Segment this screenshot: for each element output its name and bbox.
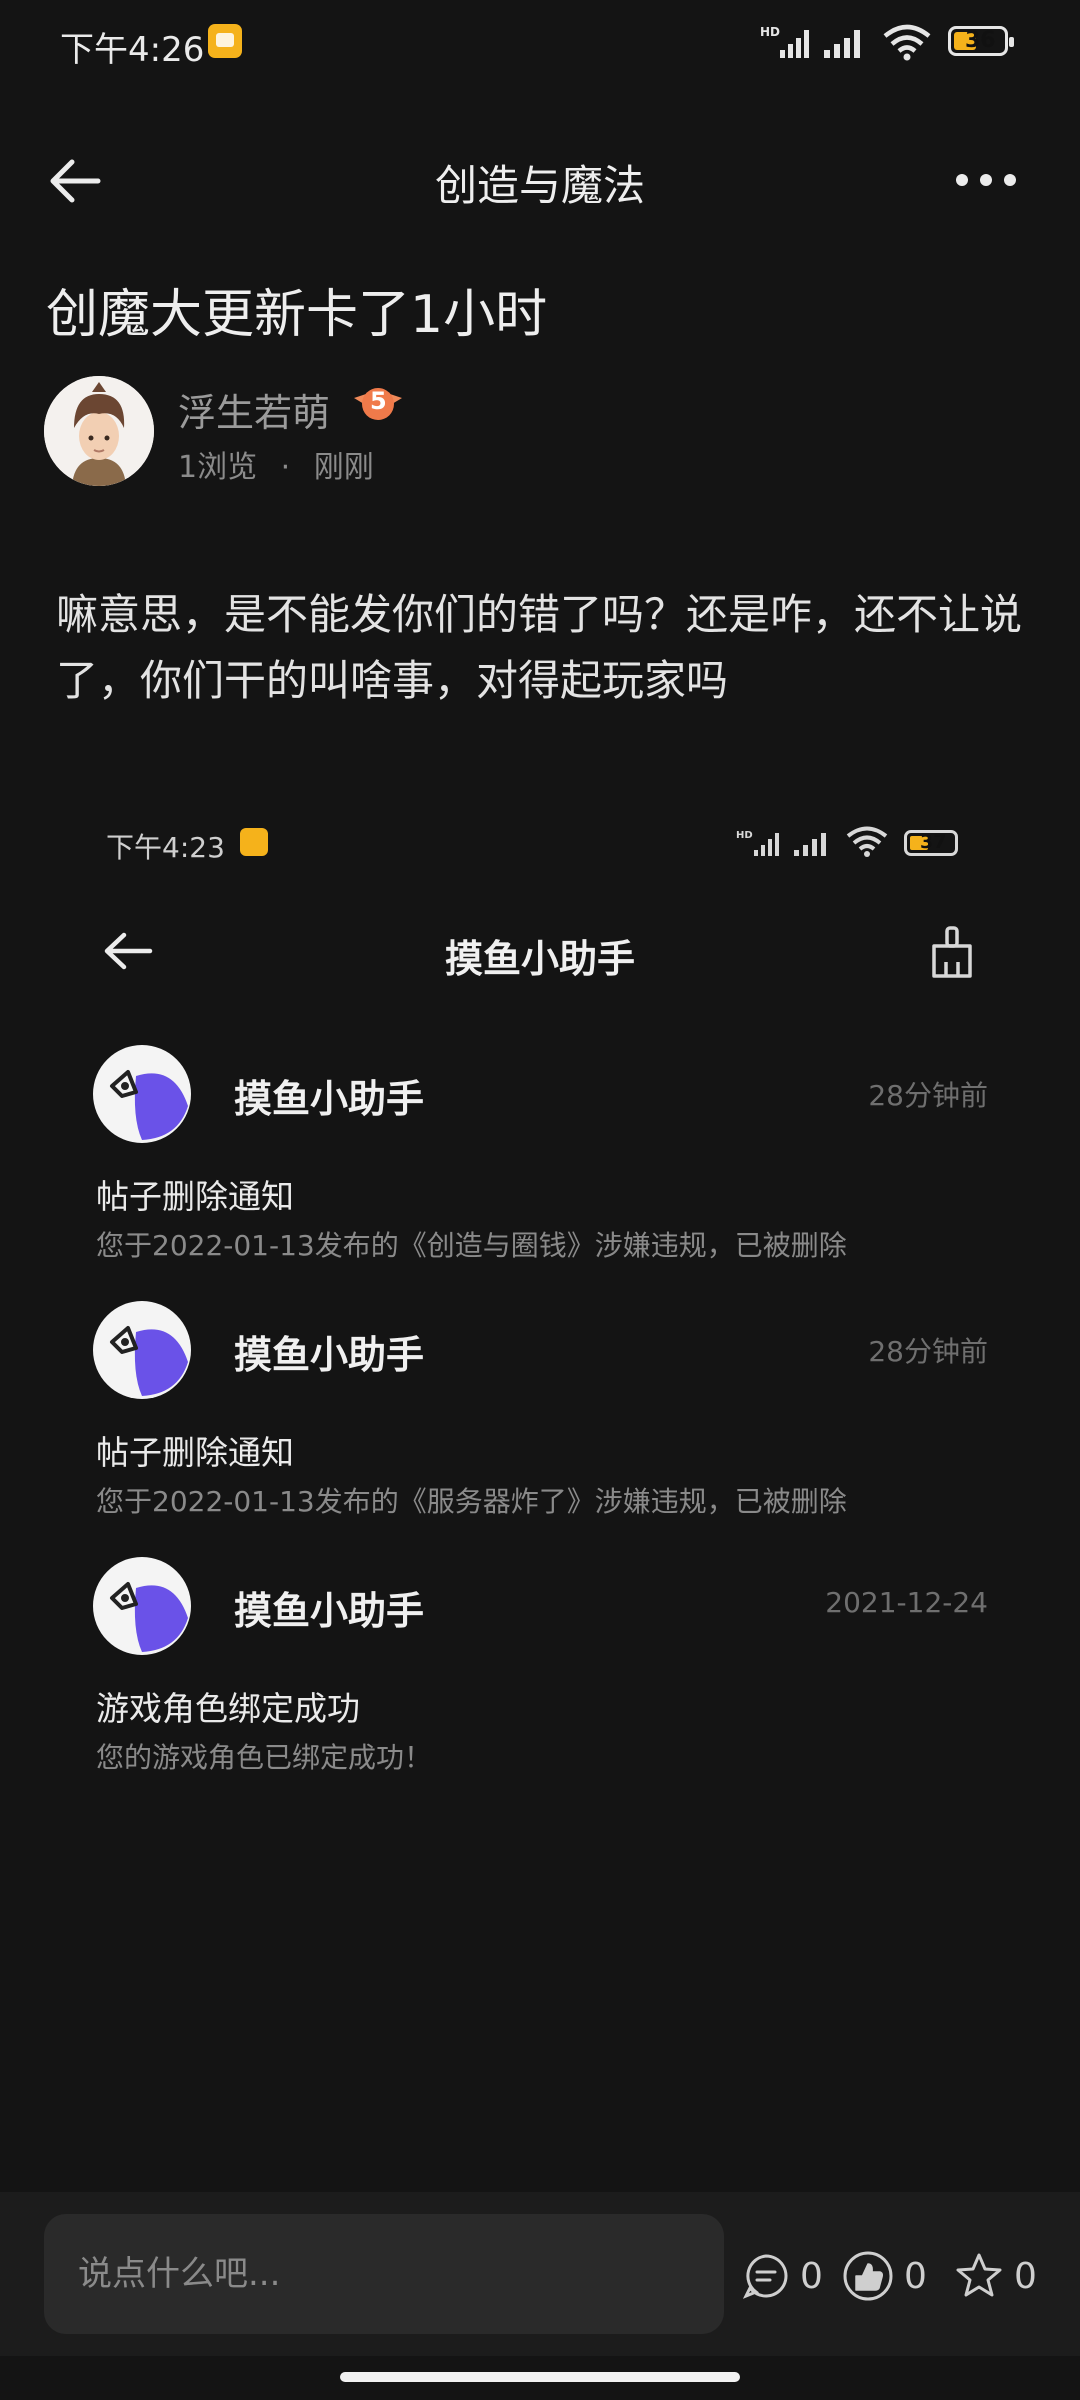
svg-text:HD: HD [736, 830, 753, 841]
message-item: 摸鱼小助手 2021-12-24 游戏角色绑定成功 您的游戏角色已绑定成功！ [92, 1556, 992, 1776]
status-time: 下午4:26 [60, 30, 205, 70]
wifi-icon [883, 24, 931, 61]
like-button[interactable]: 0 [842, 2248, 927, 2304]
favorite-button[interactable]: 0 [954, 2248, 1037, 2304]
level-badge: 5 [350, 382, 406, 426]
level-number: 5 [370, 387, 387, 415]
screenshot-battery-icon: 37 [904, 830, 958, 856]
message-title: 游戏角色绑定成功 [96, 1689, 360, 1728]
like-count: 0 [904, 2255, 927, 2297]
more-options-button[interactable] [952, 160, 1022, 200]
notification-icon [208, 24, 242, 58]
cellular-signal-icon [824, 30, 860, 58]
message-item: 摸鱼小助手 28分钟前 帖子删除通知 您于2022-01-13发布的《创造与圈钱… [92, 1044, 992, 1264]
cellular-hd-signal-icon: HD [760, 25, 809, 58]
moyu-assistant-logo-icon [93, 1557, 191, 1655]
post-time: 刚刚 [313, 450, 374, 485]
screenshot-wifi-icon [846, 826, 888, 857]
message-sender: 摸鱼小助手 [234, 1333, 425, 1377]
meta-separator: · [280, 450, 291, 485]
svg-text:HD: HD [760, 25, 780, 39]
post-body: 嘛意思，是不能发你们的错了吗？还是咋，还不让说了，你们干的叫啥事，对得起玩家吗 [56, 590, 1023, 705]
comment-input[interactable] [44, 2214, 724, 2334]
comment-button[interactable]: 0 [742, 2248, 823, 2304]
post-title: 创魔大更新卡了1小时 [46, 285, 548, 345]
screenshot-notification-icon [240, 828, 268, 856]
message-time: 28分钟前 [868, 1335, 988, 1368]
screenshot-hd-signal-icon: HD [736, 830, 779, 856]
post-meta: 1浏览 · 刚刚 [178, 442, 374, 486]
moyu-assistant-logo-icon [93, 1301, 191, 1399]
message-sender: 摸鱼小助手 [234, 1589, 425, 1633]
author-name[interactable]: 浮生若萌 [178, 382, 330, 437]
screenshot-title: 摸鱼小助手 [444, 937, 635, 981]
more-dots-icon [956, 174, 1016, 186]
screenshot-signal-icon [794, 833, 826, 856]
screenshot-status-time: 下午4:23 [106, 831, 225, 864]
message-sender: 摸鱼小助手 [234, 1077, 425, 1121]
home-indicator[interactable] [340, 2372, 740, 2382]
comment-count: 0 [800, 2255, 823, 2297]
thumbs-up-icon [843, 2251, 893, 2301]
favorite-count: 0 [1014, 2255, 1037, 2297]
message-title: 帖子删除通知 [96, 1177, 294, 1216]
message-time: 2021-12-24 [825, 1586, 988, 1619]
message-body: 您于2022-01-13发布的《创造与圈钱》涉嫌违规，已被删除 [96, 1229, 847, 1262]
moyu-assistant-logo-icon [93, 1045, 191, 1143]
message-title: 帖子删除通知 [96, 1433, 294, 1472]
author-avatar[interactable] [44, 376, 154, 486]
battery-level: 36 [965, 28, 996, 53]
page-title: 创造与魔法 [434, 161, 645, 210]
message-body: 您于2022-01-13发布的《服务器炸了》涉嫌违规，已被删除 [96, 1485, 847, 1518]
message-body: 您的游戏角色已绑定成功！ [96, 1741, 433, 1774]
screenshot-battery-level: 37 [920, 831, 947, 853]
message-item: 摸鱼小助手 28分钟前 帖子删除通知 您于2022-01-13发布的《服务器炸了… [92, 1300, 992, 1520]
battery-icon: 36 [948, 26, 1014, 56]
message-time: 28分钟前 [868, 1079, 988, 1112]
comment-icon [742, 2254, 788, 2299]
broom-clear-icon [932, 926, 972, 978]
star-icon [956, 2253, 1002, 2297]
avatar-character-image [44, 376, 154, 486]
view-count: 1浏览 [178, 450, 258, 485]
